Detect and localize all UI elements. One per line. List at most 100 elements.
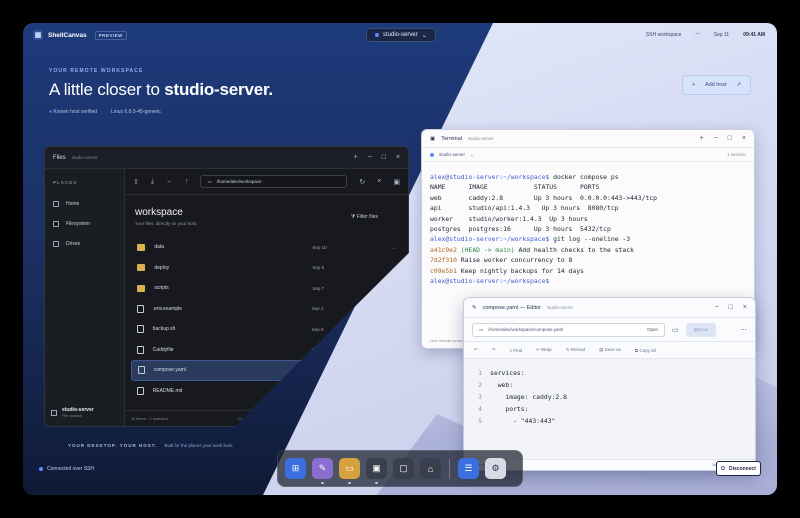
editor-host: studio-server	[547, 305, 574, 310]
dock-separator	[449, 458, 450, 479]
line-text: image: caddy:2.8	[490, 393, 567, 401]
minimize-icon[interactable]: −	[368, 154, 372, 161]
close-icon[interactable]: ×	[396, 154, 400, 161]
open-button[interactable]: Open	[647, 327, 658, 332]
up-icon[interactable]: ↑	[185, 178, 189, 185]
home-icon	[53, 201, 59, 207]
maximize-icon[interactable]: □	[382, 154, 386, 161]
save-label: Save	[697, 327, 709, 332]
copy-all-button[interactable]: ⧉ Copy all	[635, 348, 656, 353]
terminal-tab[interactable]: studio-server ⌄ 1 session	[422, 148, 754, 162]
line-number: 3	[478, 393, 482, 401]
path-input[interactable]: ▭ /home/alex/workspace	[200, 175, 348, 188]
commit-message: Keep nightly backups for 14 days	[456, 266, 584, 275]
minimize-icon[interactable]: −	[715, 304, 719, 311]
file-row[interactable]: scriptsSep 7—	[131, 278, 402, 299]
date-label: Sep 11	[713, 32, 730, 38]
dock-editor-icon[interactable]: ✎	[312, 458, 333, 484]
host-card[interactable]: studio-server File access	[51, 407, 94, 418]
wrap-button[interactable]: ↩ Wrap	[536, 347, 552, 353]
dock-files-icon[interactable]: ▭	[339, 458, 360, 484]
file-name: README.md	[152, 387, 183, 394]
file-size: —	[368, 265, 396, 270]
back-icon[interactable]: ←	[166, 178, 173, 185]
commit-hash: a41c9e2	[430, 245, 457, 254]
terminal-output[interactable]: alex@studio-server:~/workspace$ docker c…	[422, 162, 754, 296]
file-row[interactable]: data Sep 10 —	[131, 237, 402, 258]
editor-pathbar: ▭ /home/alex/workspace/compose.yaml Open…	[464, 318, 755, 342]
new-tab-icon[interactable]: +	[353, 154, 357, 161]
add-host-label: Add host	[704, 82, 727, 88]
terminal-line: postgres postgres:16 Up 3 hours 5432/tcp	[430, 225, 611, 234]
editor-title: compose.yaml — Editor	[482, 304, 541, 311]
tagline-bold: YOUR DESKTOP. YOUR HOST.	[68, 443, 158, 448]
open-selected-link[interactable]: Open selected ›	[238, 416, 266, 421]
workspace-label: SSH workspace	[645, 32, 682, 38]
headline-host: studio-server.	[164, 80, 273, 99]
dock-servers-icon[interactable]: ☰	[458, 458, 479, 479]
file-name: .env.example	[152, 305, 183, 312]
sidebar-item-label: Filesystem	[66, 221, 90, 227]
save-as-button[interactable]: ▤ Save as	[599, 347, 621, 353]
folder-icon	[137, 264, 146, 272]
terminal-line: c09e5b1 Keep nightly backups for 14 days	[430, 266, 746, 276]
filter-button[interactable]: ⧩ Filter files	[351, 214, 378, 220]
sidebar-item-filesystem[interactable]: Filesystem	[53, 214, 116, 234]
minimize-icon[interactable]: −	[714, 135, 718, 142]
running-indicator	[348, 482, 351, 484]
editor-toolbar: ↶ ↷ ⌕ Find ↩ Wrap ↻ Reload ▤ Save as ⧉ C…	[464, 342, 755, 359]
shellcanvas-logo-icon: ▦	[33, 30, 43, 40]
dock-monitor-icon[interactable]: ▢	[393, 458, 414, 479]
editor-window: ✎ compose.yaml — Editor studio-server − …	[463, 297, 756, 471]
close-icon[interactable]: ×	[743, 304, 747, 311]
upload-icon[interactable]: ⇪	[133, 178, 139, 186]
host-card-sub: File access	[62, 413, 83, 418]
close-icon[interactable]: ×	[742, 135, 746, 142]
editor-code[interactable]: 1 services: 2 web: 3 image: caddy:2.8 4 port…	[464, 359, 755, 427]
dock-settings-icon[interactable]: ⚙	[485, 458, 506, 479]
hero-headline: A little closer to studio-server.	[49, 80, 273, 100]
file-row[interactable]: deploy Sep 6 —	[131, 258, 402, 279]
file-icon	[137, 325, 144, 334]
filesystem-icon	[53, 221, 59, 227]
editor-path-input[interactable]: ▭ /home/alex/workspace/compose.yaml Open	[472, 322, 665, 337]
terminal-icon: ▣	[430, 135, 436, 142]
new-folder-icon[interactable]: ▣	[393, 178, 400, 186]
terminal-titlebar: ▣ Terminal studio-server + − □ ×	[422, 130, 754, 148]
find-button[interactable]: ⌕ Find	[510, 348, 523, 353]
app-logo: ▦ ShellCanvas PREVIEW	[33, 30, 127, 40]
disconnect-button[interactable]: ⏻ Disconnect	[716, 461, 761, 476]
more-icon[interactable]: ⋯	[740, 326, 747, 334]
terminal-line: a41c9e2 (HEAD -> main) Add health checks…	[430, 245, 746, 255]
terminal-line: api studio/api:1.4.3 Up 3 hours 8080/tcp	[430, 204, 619, 213]
maximize-icon[interactable]: □	[729, 304, 733, 311]
power-icon: ⏻	[721, 465, 725, 472]
server-status-dot	[375, 33, 379, 37]
close-path-icon[interactable]: ×	[377, 178, 381, 185]
file-name: scripts	[154, 285, 169, 292]
code-line: 3 image: caddy:2.8	[464, 391, 755, 403]
server-selector[interactable]: studio-server ⌄	[366, 28, 436, 42]
refresh-icon[interactable]: ↻	[359, 178, 365, 186]
dock-launcher-icon[interactable]: ⊞	[285, 458, 306, 479]
hero-eyebrow: YOUR REMOTE WORKSPACE	[49, 68, 144, 74]
add-host-button[interactable]: + Add host ↗	[682, 75, 751, 95]
time-label: 09:41 AM	[743, 32, 765, 38]
sidebar-item-drives[interactable]: Drives	[53, 234, 116, 254]
dock-terminal-icon[interactable]: ▣	[366, 458, 387, 484]
files-titlebar: Files studio-server + − □ ×	[45, 147, 408, 169]
shell-prompt: alex@studio-server:~/workspace$	[430, 277, 550, 286]
redo-icon[interactable]: ↷	[492, 347, 496, 353]
reload-button[interactable]: ↻ Reload	[566, 347, 585, 353]
dock-store-icon[interactable]: ⌂	[420, 458, 441, 479]
file-date: Sep 6	[312, 265, 325, 271]
sidebar-item-home[interactable]: Home	[53, 194, 116, 214]
save-button[interactable]: ▤ Save	[685, 322, 717, 337]
browse-folder-icon[interactable]: ▭	[672, 326, 679, 334]
headline-prefix: A little closer to	[49, 80, 160, 99]
undo-icon[interactable]: ↶	[474, 347, 478, 353]
editor-titlebar: ✎ compose.yaml — Editor studio-server − …	[464, 298, 755, 318]
download-icon[interactable]: ⤓	[151, 178, 154, 186]
maximize-icon[interactable]: □	[728, 135, 732, 142]
new-tab-icon[interactable]: +	[699, 135, 703, 142]
